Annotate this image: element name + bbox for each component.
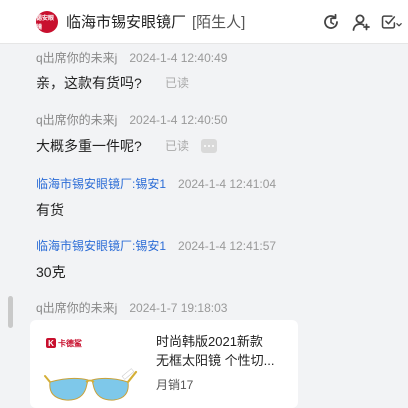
message-text: 30克 (36, 264, 66, 280)
refresh-icon[interactable] (320, 11, 342, 33)
read-status: 已读 (165, 76, 190, 90)
chat-title: 临海市锡安眼镜厂 (66, 14, 187, 31)
product-title-line1: 时尚韩版2021新款 (156, 334, 263, 349)
add-user-icon[interactable] (350, 11, 372, 33)
more-options-icon[interactable] (201, 139, 217, 153)
message-meta: q出席你的未来j 2024-1-4 12:40:50 (36, 111, 227, 128)
message-meta: 临海市锡安眼镜厂:锡安1 2024-1-4 12:41:57 (36, 237, 276, 254)
brand-name: 卡德鲨 (58, 338, 82, 348)
message-time: 2024-1-7 19:18:03 (129, 301, 228, 315)
message-meta: 临海市锡安眼镜厂:锡安1 2024-1-4 12:41:04 (36, 175, 276, 192)
avatar-label: 锡安眼镜 (36, 15, 55, 31)
shop-avatar[interactable]: 锡安眼镜 (36, 10, 58, 33)
monthly-sales: 月销17 (156, 378, 194, 392)
product-card[interactable]: K 卡德鲨 时尚韩版2021新款 无框太阳镜 个性切... 月销17 (30, 320, 298, 408)
message-time: 2024-1-4 12:40:49 (129, 51, 228, 65)
message-time: 2024-1-4 12:40:50 (129, 113, 228, 127)
product-title-line2: 无框太阳镜 个性切... (156, 353, 275, 368)
scrollbar-thumb[interactable] (8, 296, 13, 328)
brand-mark-icon: K (46, 338, 56, 348)
message-text: 有货 (36, 202, 64, 218)
message-meta: q出席你的未来j 2024-1-7 19:18:03 (36, 299, 227, 316)
message-text: 亲，这款有货吗? (36, 75, 142, 91)
header-actions (312, 0, 402, 44)
product-thumbnail[interactable]: K 卡德鲨 (42, 332, 138, 408)
product-title[interactable]: 时尚韩版2021新款 无框太阳镜 个性切... (156, 332, 290, 370)
sender-name: q出席你的未来j (36, 51, 118, 65)
sender-name: q出席你的未来j (36, 301, 118, 315)
message-time: 2024-1-4 12:41:57 (178, 239, 277, 253)
stranger-tag: [陌生人] (192, 14, 246, 31)
sender-name: q出席你的未来j (36, 113, 118, 127)
message-text: 大概多重一件呢? (36, 138, 142, 154)
sender-name[interactable]: 临海市锡安眼镜厂:锡安1 (36, 177, 166, 191)
brand-logo: K 卡德鲨 (46, 336, 82, 350)
checkbox-dropdown-icon[interactable] (380, 11, 402, 33)
read-status: 已读 (165, 139, 190, 153)
message-time: 2024-1-4 12:41:04 (178, 177, 277, 191)
message-meta: q出席你的未来j 2024-1-4 12:40:49 (36, 49, 227, 66)
sender-name[interactable]: 临海市锡安眼镜厂:锡安1 (36, 239, 166, 253)
chat-header: 锡安眼镜 临海市锡安眼镜厂 [陌生人] (0, 0, 408, 44)
